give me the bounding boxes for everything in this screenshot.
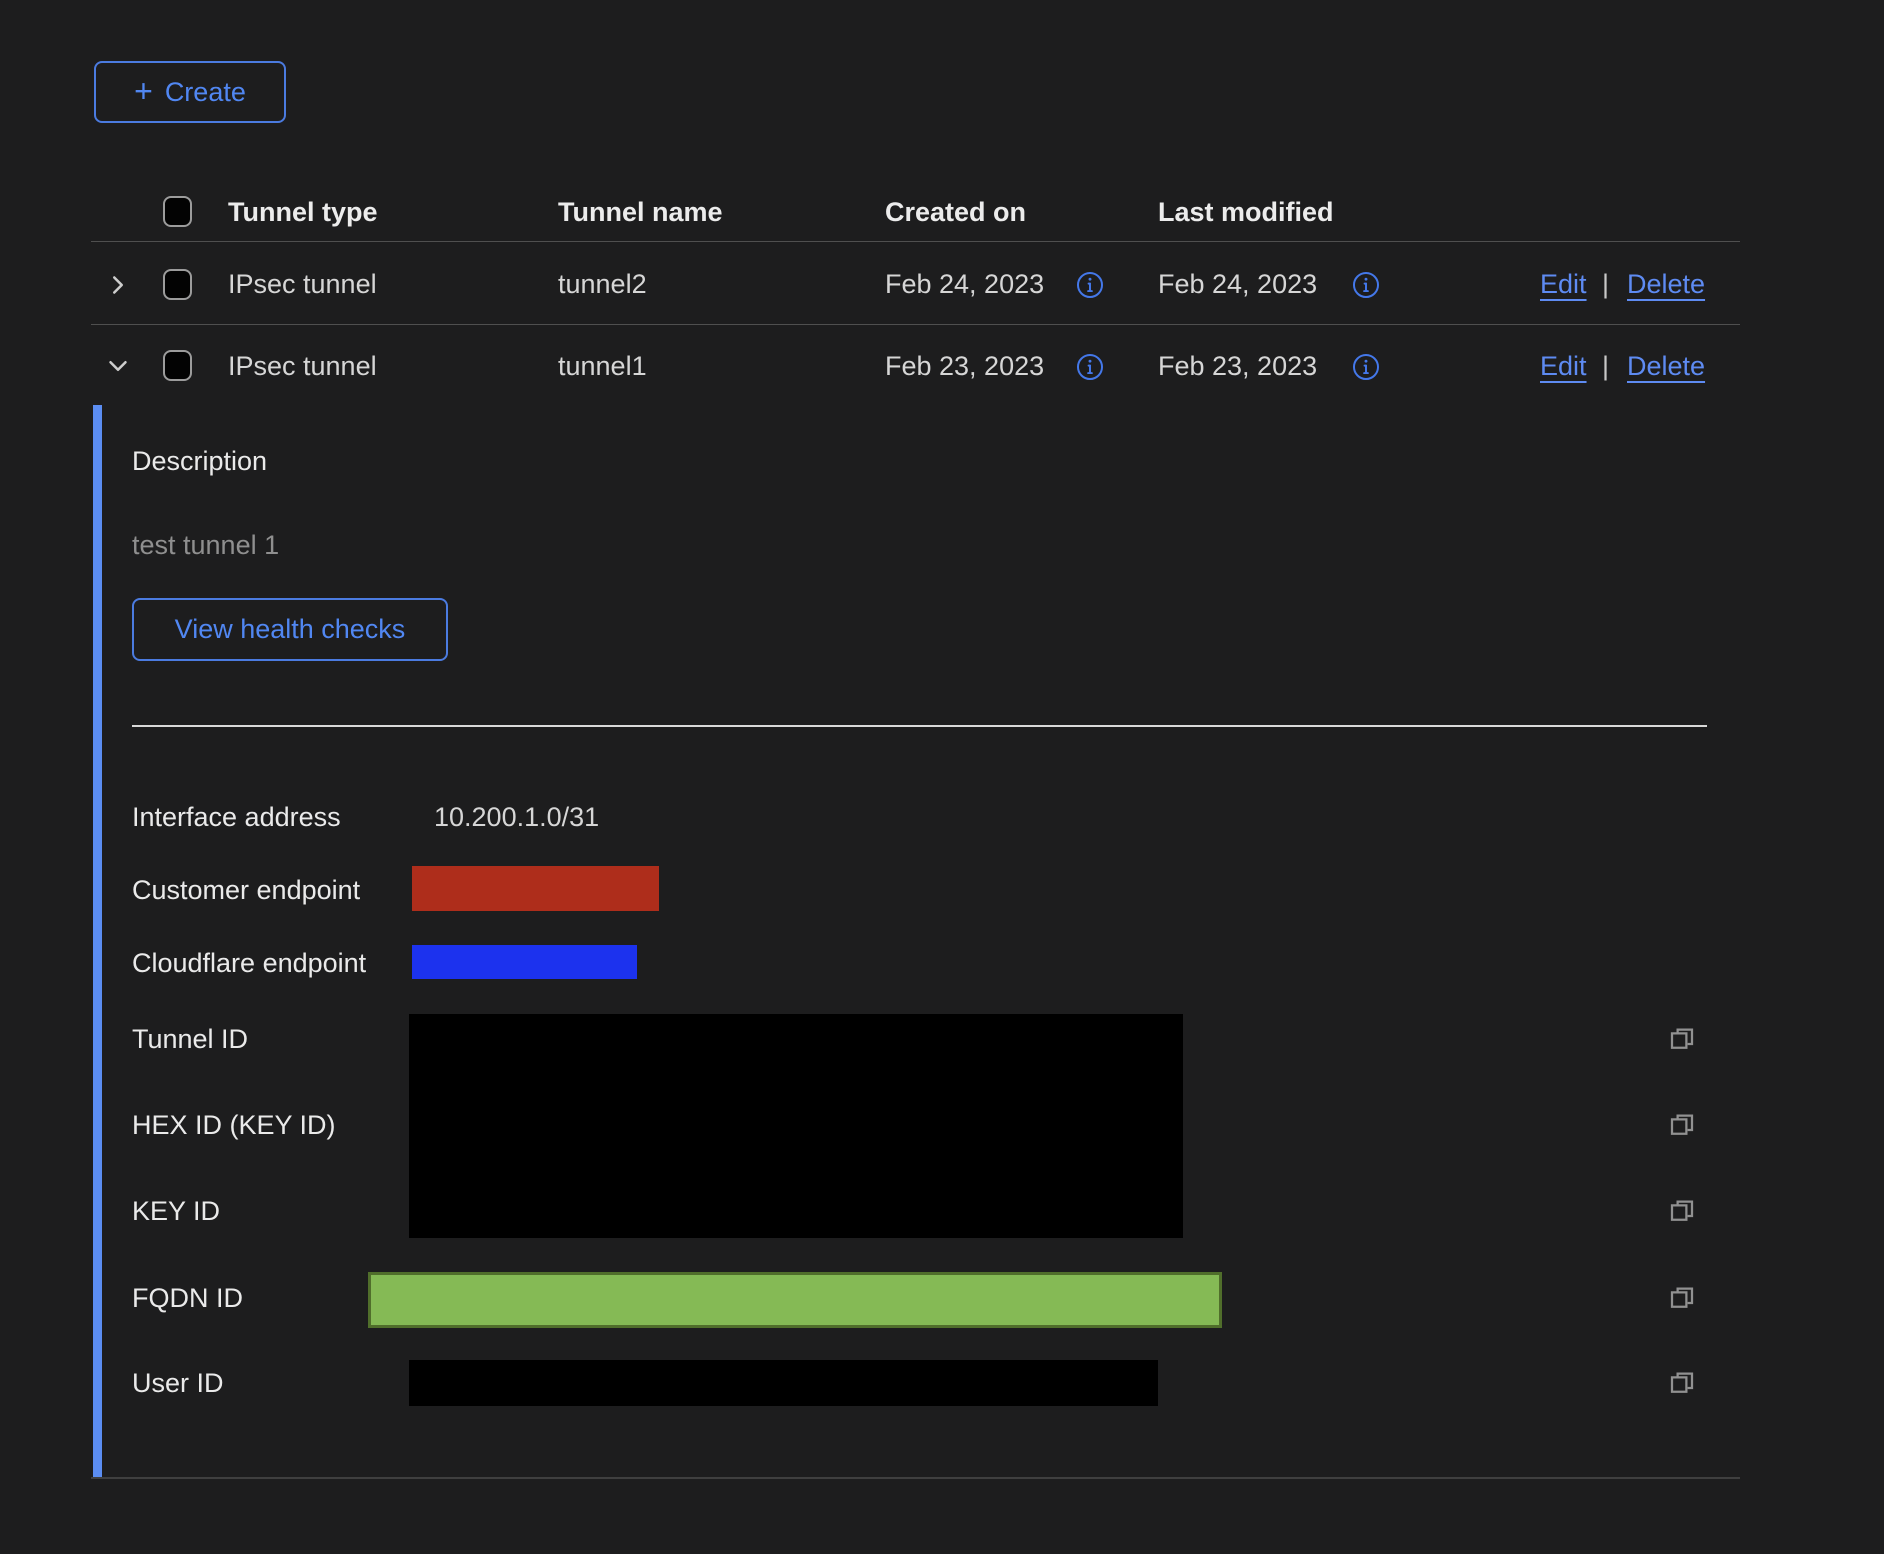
interface-address-label: Interface address xyxy=(132,800,341,834)
chevron-right-icon[interactable] xyxy=(103,270,133,300)
create-button[interactable]: + Create xyxy=(94,61,286,123)
cloudflare-endpoint-redacted-value xyxy=(412,945,637,979)
fqdn-id-label: FQDN ID xyxy=(132,1281,243,1315)
info-icon[interactable] xyxy=(1076,353,1104,381)
tunnel-name-cell: tunnel2 xyxy=(558,267,647,301)
create-button-label: Create xyxy=(165,77,246,108)
expanded-row-accent-bar xyxy=(93,405,102,1477)
tunnel-id-label: Tunnel ID xyxy=(132,1022,248,1056)
info-icon[interactable] xyxy=(1352,271,1380,299)
key-id-label: KEY ID xyxy=(132,1194,220,1228)
info-icon[interactable] xyxy=(1352,353,1380,381)
view-health-checks-button[interactable]: View health checks xyxy=(132,598,448,661)
copy-icon[interactable] xyxy=(1667,1024,1697,1054)
tunnels-page: + Create Tunnel type Tunnel name Created… xyxy=(0,0,1884,1554)
created-on-cell: Feb 23, 2023 xyxy=(885,349,1044,383)
row-divider xyxy=(91,324,1740,325)
edit-link[interactable]: Edit xyxy=(1540,349,1587,383)
info-icon[interactable] xyxy=(1076,271,1104,299)
interface-address-value: 10.200.1.0/31 xyxy=(434,800,599,834)
description-value: test tunnel 1 xyxy=(132,528,279,562)
delete-link[interactable]: Delete xyxy=(1627,349,1705,383)
view-health-checks-label: View health checks xyxy=(175,614,406,645)
select-all-checkbox[interactable] xyxy=(163,196,192,227)
user-id-label: User ID xyxy=(132,1366,224,1400)
tunnel-name-cell: tunnel1 xyxy=(558,349,647,383)
section-divider xyxy=(132,725,1707,727)
action-separator: | xyxy=(1602,349,1609,383)
copy-icon[interactable] xyxy=(1667,1283,1697,1313)
tunnel-ids-redacted-value xyxy=(409,1014,1183,1238)
row-checkbox[interactable] xyxy=(163,350,192,381)
plus-icon: + xyxy=(134,76,153,106)
table-bottom-divider xyxy=(91,1477,1740,1479)
cloudflare-endpoint-label: Cloudflare endpoint xyxy=(132,946,366,980)
copy-icon[interactable] xyxy=(1667,1196,1697,1226)
last-modified-cell: Feb 23, 2023 xyxy=(1158,349,1317,383)
column-header-tunnel-type: Tunnel type xyxy=(228,195,378,229)
hex-id-label: HEX ID (KEY ID) xyxy=(132,1108,336,1142)
edit-link[interactable]: Edit xyxy=(1540,267,1587,301)
delete-link[interactable]: Delete xyxy=(1627,267,1705,301)
last-modified-cell: Feb 24, 2023 xyxy=(1158,267,1317,301)
customer-endpoint-label: Customer endpoint xyxy=(132,873,360,907)
tunnel-type-cell: IPsec tunnel xyxy=(228,267,377,301)
description-label: Description xyxy=(132,444,267,478)
column-header-tunnel-name: Tunnel name xyxy=(558,195,723,229)
header-divider xyxy=(91,241,1740,242)
copy-icon[interactable] xyxy=(1667,1110,1697,1140)
user-id-redacted-value xyxy=(409,1360,1158,1406)
action-separator: | xyxy=(1602,267,1609,301)
created-on-cell: Feb 24, 2023 xyxy=(885,267,1044,301)
chevron-down-icon[interactable] xyxy=(103,351,133,381)
column-header-created-on: Created on xyxy=(885,195,1026,229)
customer-endpoint-redacted-value xyxy=(412,866,659,911)
row-checkbox[interactable] xyxy=(163,269,192,300)
column-header-last-modified: Last modified xyxy=(1158,195,1334,229)
fqdn-id-redacted-value xyxy=(368,1272,1222,1328)
copy-icon[interactable] xyxy=(1667,1368,1697,1398)
tunnel-type-cell: IPsec tunnel xyxy=(228,349,377,383)
